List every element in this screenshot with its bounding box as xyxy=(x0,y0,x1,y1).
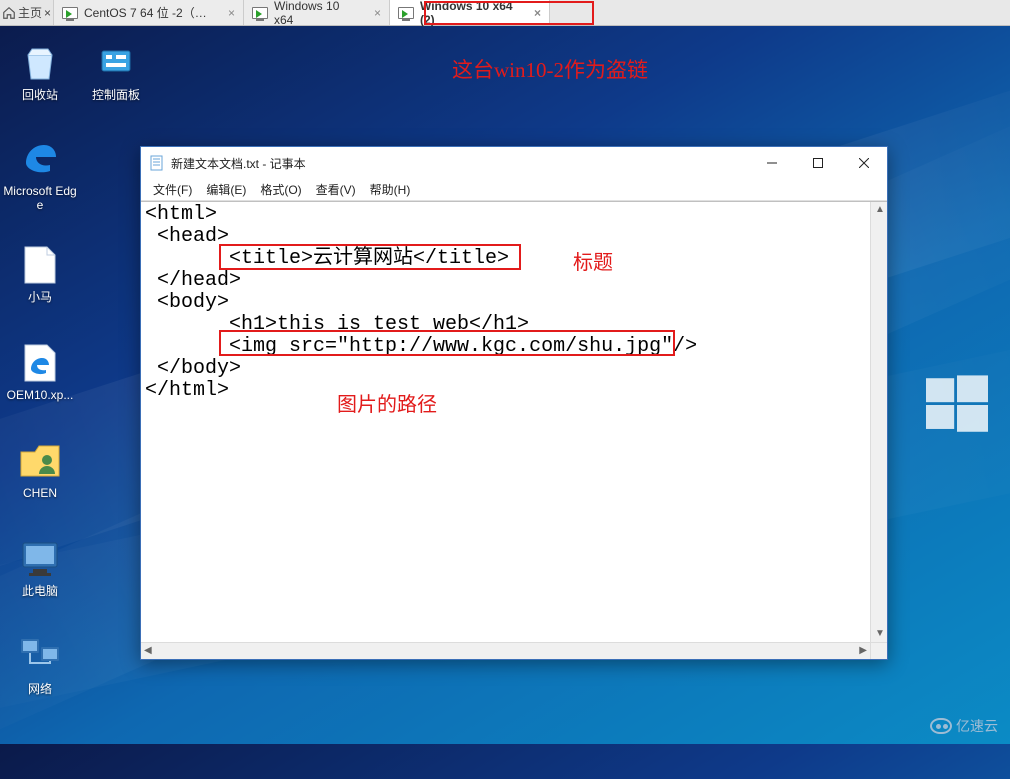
vm-tab-bar: 主页 × CentOS 7 64 位 -2（架构专... × Windows 1… xyxy=(0,0,1010,26)
vm-tab-win10-1[interactable]: Windows 10 x64 × xyxy=(244,0,390,25)
notepad-menu: 文件(F) 编辑(E) 格式(O) 查看(V) 帮助(H) xyxy=(141,179,887,201)
file-icon xyxy=(19,244,61,286)
scrollbar-vertical[interactable]: ▲ ▼ xyxy=(870,202,887,642)
desktop-icon-xiaoma[interactable]: 小马 xyxy=(2,244,78,304)
minimize-button[interactable] xyxy=(749,147,795,179)
this-pc-icon xyxy=(19,538,61,580)
annotation-img-label: 图片的路径 xyxy=(337,388,437,417)
desktop-icon-network[interactable]: 网络 xyxy=(2,636,78,696)
menu-file[interactable]: 文件(F) xyxy=(147,179,198,200)
folder-user-icon xyxy=(19,440,61,482)
edge-icon xyxy=(19,138,61,180)
scroll-up-icon: ▲ xyxy=(875,205,885,215)
desktop-icon-edge[interactable]: Microsoft Edge xyxy=(2,138,78,212)
control-panel-icon xyxy=(95,42,137,84)
menu-view[interactable]: 查看(V) xyxy=(310,179,362,200)
scroll-down-icon: ▼ xyxy=(875,629,885,639)
watermark: 亿速云 xyxy=(930,716,998,736)
close-button[interactable] xyxy=(841,147,887,179)
home-label: 主页 xyxy=(18,4,42,21)
tab-close-icon[interactable]: × xyxy=(374,6,381,20)
scroll-corner xyxy=(870,642,887,659)
vm-icon xyxy=(252,7,268,19)
annotation-box-img xyxy=(219,330,675,356)
desktop-icon-recycle[interactable]: 回收站 xyxy=(2,42,78,102)
desktop: 这台win10-2作为盗链 回收站 控制面板 Microsoft Edge 小马… xyxy=(0,26,1010,744)
menu-format[interactable]: 格式(O) xyxy=(254,179,307,200)
annotation-box-title xyxy=(219,244,521,270)
desktop-icon-this-pc[interactable]: 此电脑 xyxy=(2,538,78,598)
home-button[interactable]: 主页 × xyxy=(0,0,54,25)
desktop-icon-oem[interactable]: OEM10.xp... xyxy=(2,342,78,402)
recycle-bin-icon xyxy=(19,42,61,84)
annotation-title-label: 标题 xyxy=(573,246,613,275)
vm-tab-label: Windows 10 x64 (2) xyxy=(420,0,522,27)
watermark-text: 亿速云 xyxy=(956,716,998,736)
scroll-left-icon: ◀ xyxy=(144,646,152,656)
notepad-body: <html> <head> <title>云计算网站</title> </hea… xyxy=(141,201,887,659)
vm-tab-label: CentOS 7 64 位 -2（架构专... xyxy=(84,4,216,21)
notepad-title: 新建文本文档.txt - 记事本 xyxy=(171,155,306,172)
vm-icon xyxy=(62,7,78,19)
desktop-icon-chen[interactable]: CHEN xyxy=(2,440,78,500)
notepad-titlebar[interactable]: 新建文本文档.txt - 记事本 xyxy=(141,147,887,179)
vm-icon xyxy=(398,7,414,19)
notepad-icon xyxy=(149,155,165,171)
menu-help[interactable]: 帮助(H) xyxy=(364,179,417,200)
notepad-window: 新建文本文档.txt - 记事本 文件(F) 编辑(E) 格式(O) 查看(V)… xyxy=(140,146,888,660)
tab-close-icon[interactable]: × xyxy=(228,6,235,20)
scroll-right-icon: ▶ xyxy=(859,646,867,656)
edge-file-icon xyxy=(19,342,61,384)
vm-tab-label: Windows 10 x64 xyxy=(274,0,362,27)
menu-edit[interactable]: 编辑(E) xyxy=(200,179,252,200)
home-close[interactable]: × xyxy=(44,6,51,20)
vm-tab-win10-2[interactable]: Windows 10 x64 (2) × xyxy=(390,0,550,25)
desktop-icon-control-panel[interactable]: 控制面板 xyxy=(78,42,154,102)
annotation-top: 这台win10-2作为盗链 xyxy=(452,54,648,84)
maximize-button[interactable] xyxy=(795,147,841,179)
network-icon xyxy=(19,636,61,678)
tab-close-icon[interactable]: × xyxy=(534,6,541,20)
scrollbar-horizontal[interactable]: ◀ ▶ xyxy=(141,642,870,659)
watermark-logo-icon xyxy=(930,718,952,734)
vm-tab-centos[interactable]: CentOS 7 64 位 -2（架构专... × xyxy=(54,0,244,25)
home-icon xyxy=(2,6,16,20)
